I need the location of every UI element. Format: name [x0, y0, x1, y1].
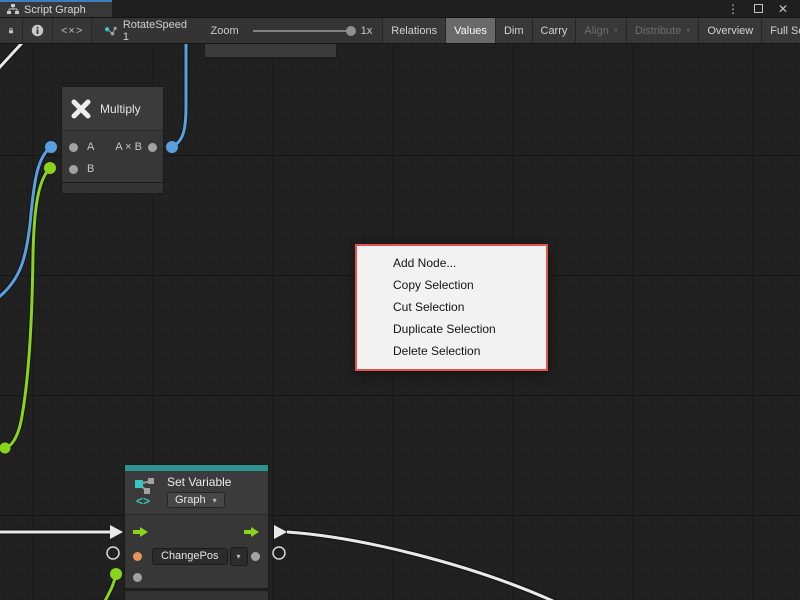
- multiply-node-footer: [62, 183, 163, 193]
- unconnected-port-right[interactable]: [273, 547, 285, 559]
- multiply-row-a: A A × B: [62, 136, 163, 158]
- dim-button[interactable]: Dim: [495, 18, 532, 43]
- chevron-down-icon: ▾: [686, 26, 690, 35]
- values-label: Values: [454, 25, 487, 37]
- set-variable-header[interactable]: <> Set Variable Graph ▾: [125, 471, 268, 515]
- zoom-label: Zoom: [211, 25, 239, 37]
- green-endpoint-bottom[interactable]: [110, 568, 122, 580]
- full-screen-button[interactable]: Full Screen: [761, 18, 800, 43]
- multiply-node[interactable]: Multiply A A × B B: [62, 87, 163, 185]
- kebab-menu-icon[interactable]: ⋮: [727, 2, 739, 16]
- variable-name-port[interactable]: [133, 552, 142, 561]
- tab-bar: Script Graph ⋮ ✕: [0, 0, 800, 18]
- lock-icon: [8, 24, 14, 37]
- graph-toolbar: <×> RotateSpeed 1 Zoom 1x Relations Valu…: [0, 18, 800, 44]
- breadcrumb[interactable]: RotateSpeed 1: [92, 18, 200, 43]
- variable-dropdown-button[interactable]: ▾: [230, 547, 248, 566]
- partial-node-top[interactable]: [205, 44, 336, 57]
- multiply-node-body: A A × B B: [62, 131, 163, 185]
- maximize-icon[interactable]: [754, 4, 763, 13]
- align-label: Align: [584, 25, 608, 37]
- zoom-control: Zoom 1x: [201, 18, 383, 43]
- code-brackets-icon: <×>: [61, 25, 83, 37]
- menu-item-cut-selection[interactable]: Cut Selection: [357, 296, 546, 318]
- blue-wire-in[interactable]: [0, 147, 51, 298]
- variable-row: ChangePos ▾: [125, 545, 268, 567]
- menu-item-duplicate-selection[interactable]: Duplicate Selection: [357, 318, 546, 340]
- flow-input-arrow-icon[interactable]: [133, 526, 149, 538]
- flow-output-arrow-icon[interactable]: [244, 526, 260, 538]
- chevron-down-icon: ▾: [236, 552, 240, 561]
- carry-button[interactable]: Carry: [532, 18, 576, 43]
- context-menu: Add Node... Copy Selection Cut Selection…: [355, 244, 548, 371]
- lock-button[interactable]: [0, 18, 23, 43]
- value-input-port[interactable]: [133, 573, 142, 582]
- multiply-node-header[interactable]: Multiply: [62, 87, 163, 131]
- port-result-output[interactable]: [148, 143, 157, 152]
- multiply-x-icon: [70, 98, 92, 120]
- menu-item-copy-selection[interactable]: Copy Selection: [357, 274, 546, 296]
- port-b-input[interactable]: [69, 165, 78, 174]
- window-controls: ⋮ ✕: [727, 0, 800, 17]
- unconnected-port-left[interactable]: [107, 547, 119, 559]
- tab-title: Script Graph: [24, 4, 86, 16]
- flow-arrowhead-out: [274, 525, 287, 539]
- flow-arrowhead-in: [110, 525, 123, 539]
- info-icon: [31, 24, 44, 37]
- port-b-label: B: [87, 163, 94, 175]
- port-a-input[interactable]: [69, 143, 78, 152]
- chevron-down-icon: ▾: [614, 26, 618, 35]
- zoom-slider[interactable]: [253, 30, 353, 32]
- edit-code-button[interactable]: <×>: [53, 18, 92, 43]
- chevron-down-icon: ▾: [213, 496, 217, 505]
- variable-output-port[interactable]: [251, 552, 260, 561]
- green-wire-b[interactable]: [5, 168, 50, 448]
- tab-script-graph[interactable]: Script Graph: [0, 0, 112, 17]
- multiply-node-title: Multiply: [100, 102, 141, 116]
- angle-brackets-icon: <>: [136, 494, 150, 507]
- menu-item-delete-selection[interactable]: Delete Selection: [357, 340, 546, 362]
- green-endpoint-left[interactable]: [0, 443, 11, 454]
- scope-dropdown[interactable]: Graph ▾: [167, 492, 225, 508]
- breadcrumb-label: RotateSpeed 1: [123, 19, 189, 43]
- info-button[interactable]: [23, 18, 53, 43]
- port-a-label: A: [87, 141, 94, 153]
- white-wire-top-left[interactable]: [0, 44, 22, 68]
- values-button[interactable]: Values: [445, 18, 495, 43]
- dim-label: Dim: [504, 25, 524, 37]
- align-button[interactable]: Align ▾: [575, 18, 625, 43]
- variable-name-dropdown[interactable]: ChangePos: [152, 548, 228, 565]
- close-icon[interactable]: ✕: [778, 2, 788, 16]
- graph-tree-icon: [7, 4, 19, 15]
- relations-button[interactable]: Relations: [382, 18, 445, 43]
- value-row: [125, 567, 268, 588]
- blue-endpoint-a[interactable]: [45, 141, 57, 153]
- set-variable-body: ChangePos ▾: [125, 515, 268, 588]
- graph-breadcrumb-icon: [104, 25, 117, 37]
- multiply-row-b: B: [62, 158, 163, 180]
- distribute-button[interactable]: Distribute ▾: [626, 18, 698, 43]
- distribute-label: Distribute: [635, 25, 681, 37]
- graph-canvas[interactable]: Multiply A A × B B <>: [0, 44, 800, 600]
- set-variable-footer: [125, 591, 268, 600]
- zoom-slider-handle[interactable]: [346, 26, 356, 36]
- green-endpoint-b[interactable]: [44, 162, 56, 174]
- scope-dropdown-value: Graph: [175, 494, 206, 506]
- set-variable-graph-icon: <>: [133, 477, 159, 507]
- port-result-label: A × B: [115, 141, 142, 153]
- blue-endpoint-out[interactable]: [166, 141, 178, 153]
- variable-name-value: ChangePos: [161, 550, 219, 562]
- set-variable-node[interactable]: <> Set Variable Graph ▾: [125, 465, 268, 588]
- flow-wire-out[interactable]: [287, 532, 553, 600]
- flow-row: [125, 518, 268, 545]
- carry-label: Carry: [541, 25, 568, 37]
- set-variable-title: Set Variable: [167, 475, 231, 489]
- full-screen-label: Full Screen: [770, 25, 800, 37]
- relations-label: Relations: [391, 25, 437, 37]
- overview-label: Overview: [707, 25, 753, 37]
- zoom-value: 1x: [361, 25, 373, 37]
- menu-item-add-node[interactable]: Add Node...: [357, 252, 546, 274]
- overview-button[interactable]: Overview: [698, 18, 761, 43]
